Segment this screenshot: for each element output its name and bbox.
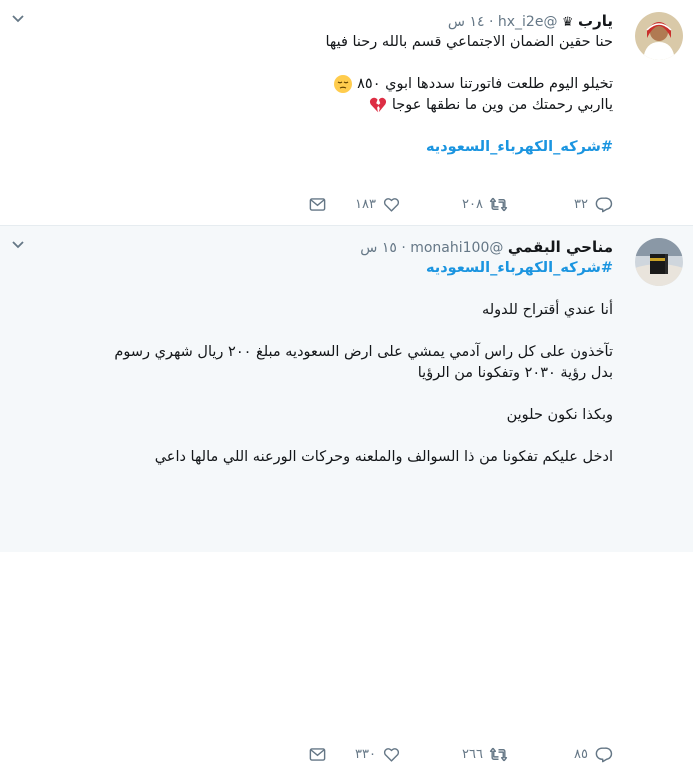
text-line: تآخذون على كل راس آدمي يمشي على ارض السع…	[114, 344, 613, 360]
timestamp[interactable]: ١٤ س	[448, 14, 485, 30]
hashtag-link[interactable]: #شركه_الكهرباء_السعوديه	[14, 258, 613, 279]
heart-icon	[383, 197, 400, 212]
tweet-text: حنا حقين الضمان الاجتماعي قسم بالله رحنا…	[14, 32, 613, 158]
pensive-face-emoji-icon	[333, 75, 352, 93]
text-line-with-emoji: تخيلو اليوم طلعت فاتورتنا سددها ابوي ٨٥٠	[14, 74, 613, 95]
tweet-header: مناحي البقمي @monahi100 · ١٥ س	[14, 236, 613, 258]
retweet-button[interactable]: ٢٦٦	[462, 742, 508, 766]
reply-count: ٨٥	[574, 746, 588, 762]
tweet-header: يارب ♛ @hx_i2e · ١٤ س	[14, 10, 613, 32]
user-handle[interactable]: @hx_i2e	[498, 14, 558, 30]
chevron-down-icon[interactable]	[10, 10, 26, 26]
display-name[interactable]: يارب	[578, 12, 613, 30]
tweet-actions: ٣٢ ٢٠٨ ١٨٣	[0, 192, 613, 216]
reply-icon	[595, 746, 613, 762]
like-count: ١٨٣	[355, 196, 376, 212]
text-line: بدل رؤية ٢٠٣٠ وتفكونا من الرؤيا	[417, 365, 613, 381]
separator-dot: ·	[401, 240, 406, 256]
tweet-card[interactable]: يارب ♛ @hx_i2e · ١٤ س حنا حقين الضمان ال…	[0, 0, 693, 226]
like-count: ٣٣٠	[355, 746, 376, 762]
chevron-down-icon[interactable]	[10, 236, 26, 252]
avatar[interactable]	[635, 12, 683, 60]
avatar[interactable]	[635, 238, 683, 286]
tweet-card[interactable]: مناحي البقمي @monahi100 · ١٥ س #شركه_الك…	[0, 226, 693, 762]
separator-dot: ·	[488, 14, 494, 30]
text-line: أنا عندي أقتراح للدوله	[481, 302, 613, 318]
tweet-actions: ٨٥ ٢٦٦ ٣٣٠	[0, 742, 613, 766]
envelope-icon	[309, 747, 326, 761]
like-button[interactable]: ٣٣٠	[355, 742, 401, 766]
retweet-icon	[489, 197, 508, 211]
timestamp[interactable]: ١٥ س	[360, 240, 397, 256]
retweet-icon	[489, 747, 508, 761]
tweet-text: #شركه_الكهرباء_السعوديه أنا عندي أقتراح …	[14, 258, 613, 468]
reply-button[interactable]: ٨٥	[574, 742, 613, 766]
envelope-icon	[309, 197, 326, 211]
crown-icon: ♛	[561, 15, 574, 30]
heart-icon	[383, 747, 400, 762]
text-line: وبكذا نكون حلوين	[506, 407, 613, 423]
text-line-with-emoji: يااربي رحمتك من وين ما نطقها عوجا	[14, 95, 613, 116]
retweet-button[interactable]: ٢٠٨	[462, 192, 508, 216]
direct-message-button[interactable]	[308, 742, 327, 766]
reply-count: ٣٢	[574, 196, 588, 212]
user-handle[interactable]: @monahi100	[410, 240, 503, 256]
text-line: يااربي رحمتك من وين ما نطقها عوجا	[391, 97, 613, 113]
retweet-count: ٢٦٦	[462, 746, 483, 762]
text-line: تخيلو اليوم طلعت فاتورتنا سددها ابوي ٨٥٠	[357, 76, 613, 92]
reply-icon	[595, 196, 613, 212]
text-line: حنا حقين الضمان الاجتماعي قسم بالله رحنا…	[325, 34, 613, 50]
direct-message-button[interactable]	[308, 192, 327, 216]
like-button[interactable]: ١٨٣	[355, 192, 401, 216]
display-name[interactable]: مناحي البقمي	[508, 238, 613, 256]
reply-button[interactable]: ٣٢	[574, 192, 613, 216]
retweet-count: ٢٠٨	[462, 196, 483, 212]
hashtag-link[interactable]: #شركه_الكهرباء_السعوديه	[14, 137, 613, 158]
text-line: ادخل عليكم تفكونا من ذا السوالف والملعنه…	[154, 449, 613, 465]
broken-heart-emoji-icon	[370, 97, 387, 113]
